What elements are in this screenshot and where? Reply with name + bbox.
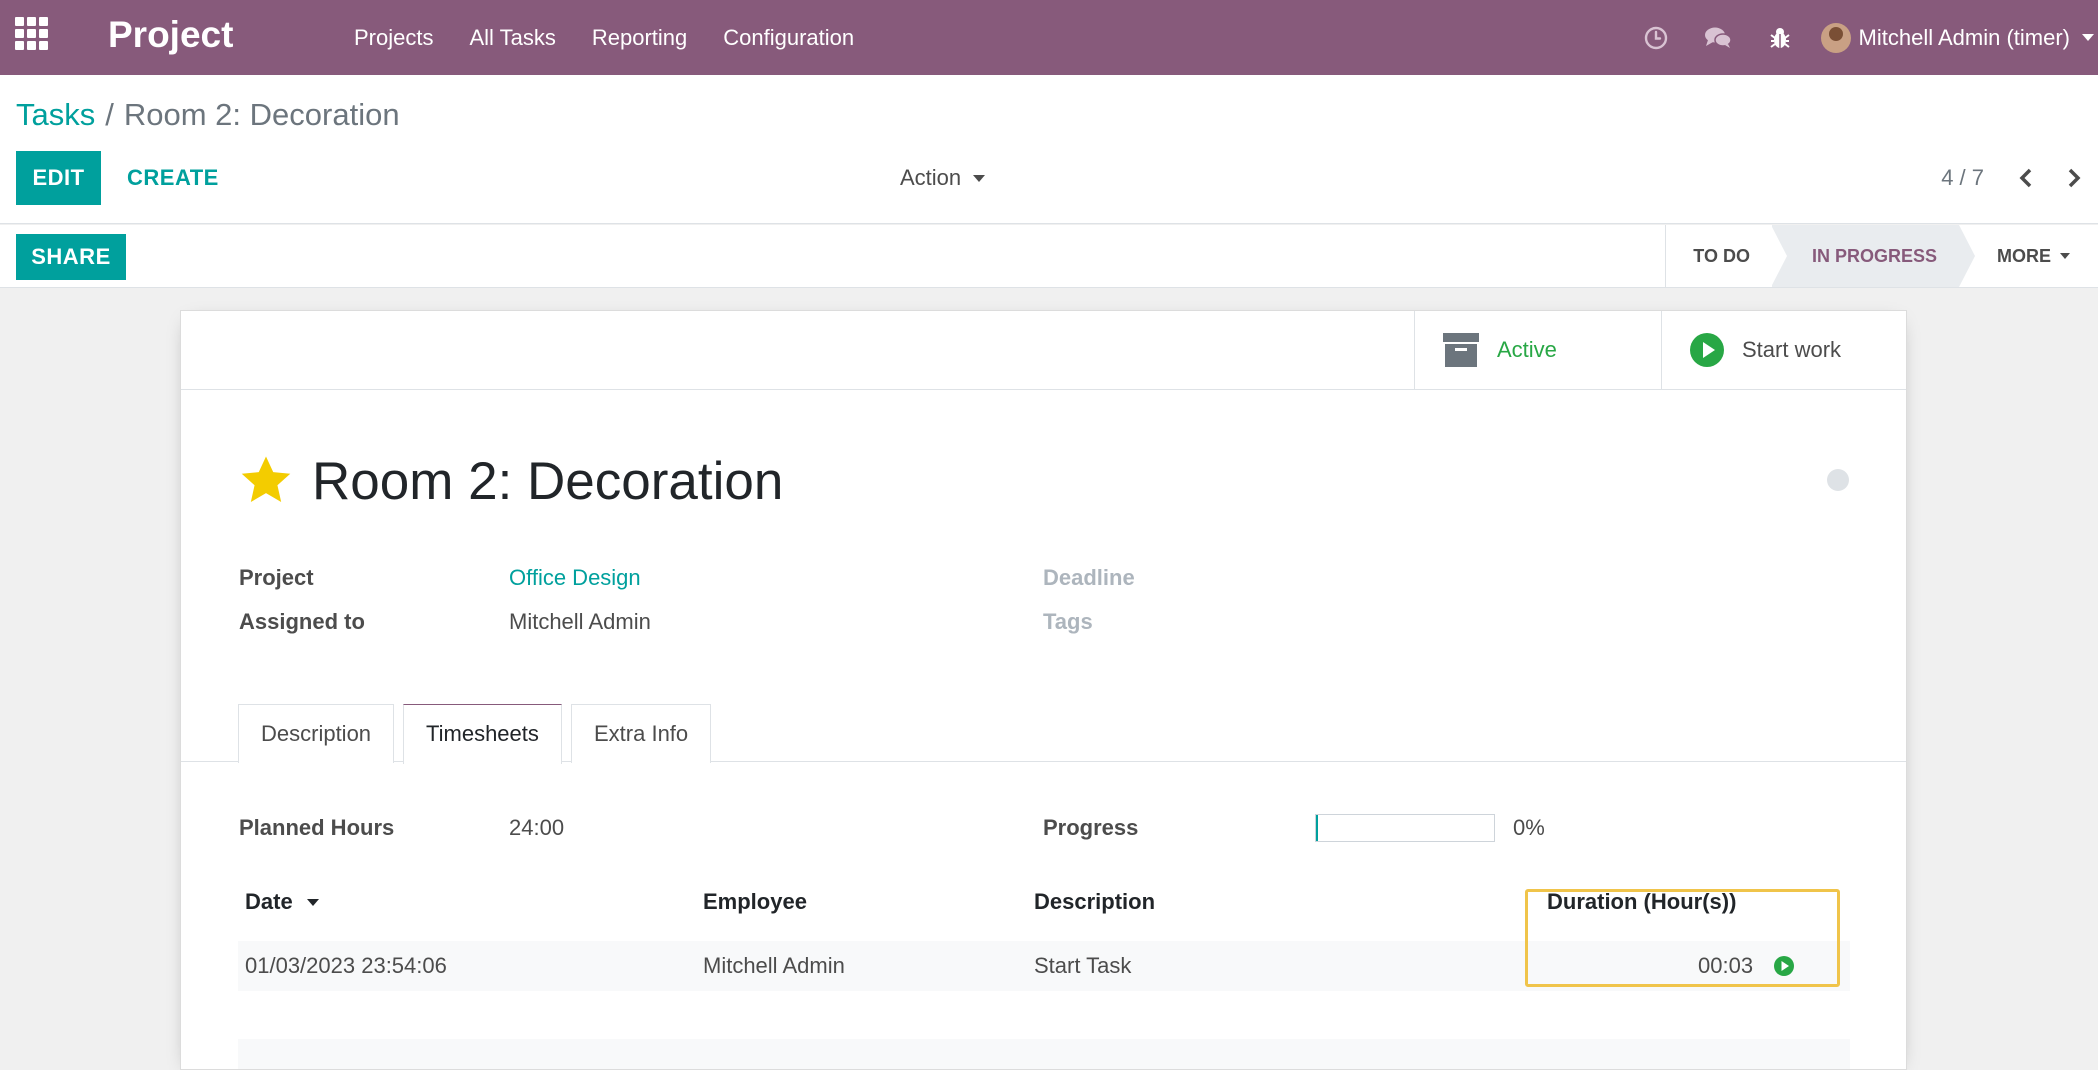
- start-work-label: Start work: [1742, 337, 1842, 362]
- main-menu: Projects All Tasks Reporting Configurati…: [336, 0, 872, 75]
- pager-previous-button[interactable]: [2002, 151, 2050, 205]
- control-panel: Tasks / Room 2: Decoration EDIT CREATE Act…: [0, 75, 2098, 224]
- row-date: 01/03/2023 23:54:06: [245, 953, 447, 978]
- task-title[interactable]: Room 2: Decoration: [312, 451, 783, 512]
- share-button[interactable]: SHARE: [16, 234, 126, 280]
- planned-hours-label: Planned Hours: [239, 815, 395, 840]
- progress-bar: [1315, 814, 1495, 842]
- action-dropdown[interactable]: Action: [900, 151, 986, 205]
- deadline-label: Deadline: [1043, 565, 1135, 590]
- tab-timesheets[interactable]: Timesheets: [403, 704, 562, 764]
- stage-in-progress[interactable]: IN PROGRESS: [1770, 225, 1976, 287]
- create-button[interactable]: CREATE: [113, 151, 233, 205]
- column-date-label: Date: [245, 889, 293, 914]
- apps-icon[interactable]: [15, 17, 49, 51]
- column-description[interactable]: Description: [1034, 889, 1155, 915]
- action-label: Action: [900, 165, 962, 190]
- star-icon[interactable]: [238, 453, 294, 509]
- app-name: Project: [108, 14, 234, 55]
- menu-all-tasks[interactable]: All Tasks: [451, 0, 573, 75]
- task-title-row: Room 2: Decoration: [238, 446, 783, 516]
- breadcrumb-current: Room 2: Decoration: [123, 97, 400, 132]
- breadcrumb-separator: /: [105, 97, 114, 132]
- form-statusbar: SHARE TO DO IN PROGRESS MORE: [0, 225, 2098, 288]
- chevron-left-icon: [2019, 168, 2032, 188]
- tab-description[interactable]: Description: [238, 704, 395, 763]
- kanban-state-indicator[interactable]: [1827, 469, 1849, 491]
- table-add-line-row: [238, 1039, 1850, 1069]
- menu-reporting[interactable]: Reporting: [574, 0, 705, 75]
- pager-value[interactable]: 4 / 7: [1941, 165, 1984, 191]
- pager: 4 / 7: [1941, 151, 2098, 205]
- active-label: Active: [1497, 337, 1557, 362]
- row-description: Start Task: [1034, 953, 1132, 978]
- planned-hours-value[interactable]: 24:00: [509, 815, 564, 841]
- tab-extra-info[interactable]: Extra Info: [571, 704, 712, 763]
- caret-down-icon: [973, 174, 986, 182]
- timer-play-icon[interactable]: [1773, 955, 1795, 982]
- active-toggle-button[interactable]: Active: [1414, 311, 1661, 389]
- top-navbar: Project Projects All Tasks Reporting Con…: [0, 0, 2098, 75]
- column-duration[interactable]: Duration (Hour(s)): [1547, 889, 1736, 915]
- form-sheet: Active Start work Room 2: Decoration Pro…: [180, 310, 1907, 1070]
- avatar: [1820, 22, 1851, 53]
- chat-icon[interactable]: [1687, 0, 1749, 75]
- sort-descending-icon: [306, 898, 319, 906]
- progress-label: Progress: [1043, 815, 1139, 840]
- clock-icon[interactable]: [1625, 0, 1687, 75]
- button-box: Active Start work: [181, 311, 1906, 390]
- progress-bar-fill: [1316, 815, 1318, 841]
- breadcrumb-tasks-link[interactable]: Tasks: [16, 97, 95, 132]
- breadcrumb: Tasks / Room 2: Decoration: [16, 95, 400, 135]
- play-icon: [1690, 333, 1724, 367]
- assigned-to-label: Assigned to: [239, 609, 365, 634]
- systray: Mitchell Admin (timer): [1625, 0, 2098, 75]
- stage-more-label: MORE: [1997, 246, 2051, 266]
- column-employee[interactable]: Employee: [703, 889, 807, 915]
- assigned-to-value[interactable]: Mitchell Admin: [509, 609, 651, 635]
- column-date[interactable]: Date: [245, 889, 319, 915]
- archive-icon: [1443, 333, 1479, 367]
- project-label: Project: [239, 565, 314, 590]
- tags-label: Tags: [1043, 609, 1093, 634]
- pager-next-button[interactable]: [2050, 151, 2098, 205]
- stage-more-dropdown[interactable]: MORE: [1959, 225, 2098, 287]
- user-name: Mitchell Admin (timer): [1858, 24, 2070, 50]
- start-work-button[interactable]: Start work: [1661, 311, 1906, 389]
- bug-icon[interactable]: [1749, 0, 1811, 75]
- row-duration: 00:03: [1698, 953, 1754, 978]
- progress-percent: 0%: [1513, 815, 1545, 840]
- edit-button[interactable]: EDIT: [16, 151, 101, 205]
- stage-todo[interactable]: TO DO: [1665, 225, 1772, 287]
- row-employee: Mitchell Admin: [703, 953, 845, 978]
- stage-selector: TO DO IN PROGRESS MORE: [1665, 225, 2098, 287]
- chevron-down-icon: [2082, 34, 2094, 41]
- chevron-right-icon: [2068, 168, 2081, 188]
- caret-down-icon: [2060, 253, 2070, 259]
- user-menu[interactable]: Mitchell Admin (timer): [1811, 22, 2098, 53]
- notebook-tabs: Description Timesheets Extra Info: [181, 704, 1906, 764]
- table-row[interactable]: 01/03/2023 23:54:06 Mitchell Admin Start…: [238, 941, 1850, 991]
- menu-configuration[interactable]: Configuration: [705, 0, 872, 75]
- menu-projects[interactable]: Projects: [336, 0, 451, 75]
- project-value[interactable]: Office Design: [509, 565, 641, 591]
